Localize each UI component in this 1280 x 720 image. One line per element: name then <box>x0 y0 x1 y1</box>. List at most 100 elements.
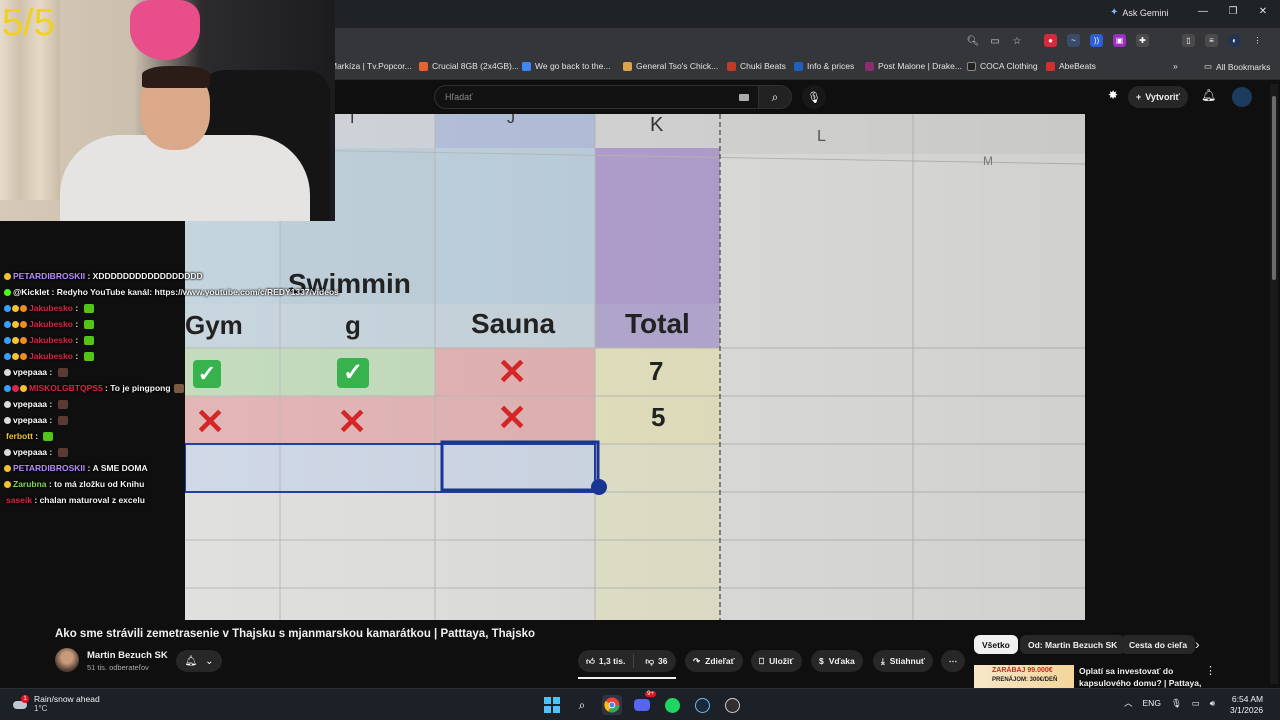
chat-emote-icon <box>57 399 68 409</box>
bookmark-favicon <box>522 61 531 71</box>
gemini-tools-icon[interactable]: ✸ <box>1108 88 1118 102</box>
close-window-button[interactable]: ✕ <box>1253 6 1273 17</box>
bookmark-favicon <box>967 61 976 71</box>
share-button[interactable]: ↷ Zdieľať <box>685 650 743 672</box>
chat-username[interactable]: vpepaaa <box>13 447 47 457</box>
weather-temperature: 1°C <box>34 704 48 713</box>
chat-username[interactable]: Jakubesko <box>29 351 73 361</box>
chat-badges <box>4 400 11 408</box>
bookmark-item[interactable]: We go back to the... <box>522 61 610 71</box>
keyboard-icon[interactable] <box>739 94 749 101</box>
tray-overflow-icon[interactable]: ︿ <box>1124 697 1133 709</box>
chat-separator: : <box>47 415 55 425</box>
chat-username[interactable]: Jakubesko <box>29 319 73 329</box>
start-windows-icon[interactable] <box>542 695 562 715</box>
dislike-button[interactable]: 👎︎ 36 <box>639 656 673 667</box>
search-input[interactable]: Hľadať <box>434 85 760 109</box>
volume-icon[interactable]: 🔊︎ <box>1210 698 1215 709</box>
chat-message: Jakubesko : <box>0 316 335 332</box>
bookmark-item[interactable]: Post Malone | Drake... <box>865 61 962 71</box>
sidepanel-icon[interactable]: ▯ <box>1182 34 1195 47</box>
thanks-button[interactable]: $ Vďaka <box>811 650 863 672</box>
system-clock[interactable]: 6:54 AM 3/1/2026 <box>1230 694 1263 716</box>
bookmark-item[interactable]: Chuki Beats <box>727 61 786 71</box>
video-title: Ako sme strávili zemetrasenie v Thajsku … <box>55 628 536 640</box>
chat-text: Redyho YouTube kanál: https://www.youtub… <box>56 287 339 297</box>
chat-username[interactable]: PETARDIBROSKII <box>13 463 85 473</box>
chat-username[interactable]: @Kicklet <box>13 287 49 297</box>
extension-bird-icon[interactable]: ~ <box>1067 34 1080 47</box>
zoom-icon[interactable]: 🔍︎ <box>966 34 980 48</box>
more-actions-button[interactable]: ⋯ <box>941 650 965 672</box>
search-button[interactable]: ⌕ <box>758 85 792 109</box>
profile-avatar[interactable]: ◐ <box>1228 34 1241 47</box>
bookmark-item[interactable]: Info & prices <box>794 61 854 71</box>
chat-username[interactable]: ferbott <box>6 431 33 441</box>
channel-avatar[interactable] <box>55 648 79 672</box>
cast-icon[interactable]: ▭ <box>988 34 1002 48</box>
chrome-icon[interactable] <box>602 695 622 715</box>
chat-username[interactable]: MISKOLGBTQPS5 <box>29 383 103 393</box>
recommendation-more-icon[interactable]: ⋮ <box>1205 664 1216 677</box>
bookmark-icon: ⎕ <box>759 655 765 666</box>
bookmarks-overflow-icon[interactable]: » <box>1173 61 1178 71</box>
restore-button[interactable]: ❐ <box>1223 6 1243 17</box>
extension-twitch-icon[interactable]: ▣ <box>1113 34 1126 47</box>
minimize-button[interactable]: — <box>1193 6 1213 17</box>
bookmark-item[interactable]: Markíza | Tv.Popcor... <box>330 61 412 71</box>
create-button[interactable]: + Vytvoriť <box>1128 86 1188 108</box>
bookmark-item[interactable]: AbeBeats <box>1046 61 1096 71</box>
microphone-tray-icon[interactable]: 🎙︎ <box>1171 698 1182 709</box>
bookmark-item[interactable]: General Tso's Chick... <box>623 61 718 71</box>
discord-icon[interactable]: 9+ <box>632 691 656 715</box>
chat-emote-icon <box>83 303 94 313</box>
chips-next-icon[interactable]: › <box>1195 636 1200 652</box>
subscription-bell-button[interactable]: 🔔︎ ⌄ <box>176 650 222 672</box>
chat-username[interactable]: vpepaaa <box>13 415 47 425</box>
channel-name[interactable]: Martin Bezuch SK <box>87 650 168 661</box>
language-indicator[interactable]: ENG <box>1143 698 1161 708</box>
taskbar-search-icon[interactable]: ⌕ <box>572 695 592 715</box>
column-letter: K <box>650 114 664 136</box>
chat-username[interactable]: Jakubesko <box>29 335 73 345</box>
like-button[interactable]: 👍︎ 1,3 tis. <box>578 654 635 668</box>
chat-text: XDDDDDDDDDDDDDDDDD <box>92 271 203 281</box>
chat-username[interactable]: vpepaaa <box>13 399 47 409</box>
steam-icon[interactable] <box>692 695 712 715</box>
weather-widget[interactable]: 1 Rain/snow ahead 1°C <box>12 694 100 713</box>
bookmark-item[interactable]: Crucial 8GB (2x4GB)... <box>419 61 519 71</box>
extension-record-icon[interactable]: ● <box>1044 34 1057 47</box>
scrollbar-thumb[interactable] <box>1272 96 1276 280</box>
obs-icon[interactable] <box>722 695 742 715</box>
chip-cesta[interactable]: Cesta do cieľa <box>1121 635 1196 654</box>
all-bookmarks-button[interactable]: ▭ All Bookmarks <box>1204 61 1270 72</box>
chat-username[interactable]: Zarubna <box>13 479 47 489</box>
media-control-icon[interactable]: ≡ <box>1205 34 1218 47</box>
chat-badge-icon <box>12 384 19 392</box>
download-button[interactable]: ⤓ Stiahnuť <box>873 650 934 672</box>
chip-from-channel[interactable]: Od: Martin Bezuch SK <box>1020 635 1126 654</box>
bookmark-favicon <box>865 61 874 71</box>
chat-badge-icon <box>20 384 27 392</box>
bookmark-star-icon[interactable]: ☆ <box>1010 34 1024 48</box>
chat-username[interactable]: PETARDIBROSKII <box>13 271 85 281</box>
ask-gemini-button[interactable]: ✦ Ask Gemini <box>1110 7 1168 18</box>
chat-text: to má zložku od Knihu <box>54 479 145 489</box>
chip-all[interactable]: Všetko <box>974 635 1018 654</box>
spotify-icon[interactable] <box>662 695 682 715</box>
account-avatar[interactable] <box>1232 87 1252 107</box>
chat-overlay: PETARDIBROSKII : XDDDDDDDDDDDDDDDDD @Kick… <box>0 268 339 508</box>
network-icon[interactable]: ▭ <box>1192 698 1200 709</box>
save-button[interactable]: ⎕ Uložiť <box>751 650 802 672</box>
chat-username[interactable]: Jakubesko <box>29 303 73 313</box>
extension-sound-icon[interactable]: )) <box>1090 34 1103 47</box>
clock-time: 6:54 AM <box>1231 694 1264 704</box>
chat-username[interactable]: vpepaaa <box>13 367 47 377</box>
chat-username[interactable]: saseik <box>6 495 32 505</box>
recommendation-thumbnail[interactable]: ZARÁBAJ 99.000€ PRENÁJOM: 300€/DEŇ <box>974 665 1074 690</box>
browser-menu-icon[interactable]: ⋮ <box>1251 34 1264 47</box>
voice-search-button[interactable]: 🎙︎ <box>802 85 826 109</box>
notifications-bell-icon[interactable]: 🔔︎ <box>1201 88 1216 102</box>
bookmark-item[interactable]: COCA Clothing <box>967 61 1038 71</box>
extensions-puzzle-icon[interactable]: ✚ <box>1136 34 1149 47</box>
